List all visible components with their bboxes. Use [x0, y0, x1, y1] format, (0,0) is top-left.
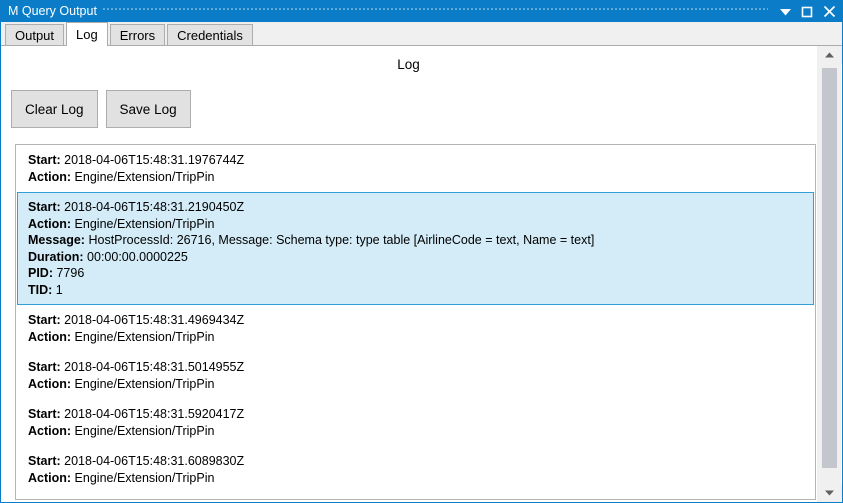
log-entry[interactable]: Start: 2018-04-06T15:48:31.1976744Z Actio…	[17, 145, 814, 192]
log-tab-content: Log Clear Log Save Log Start: 2018-04-06…	[1, 46, 842, 502]
log-field-label: Action:	[28, 216, 72, 231]
log-field: Action: Engine/Extension/TripPin	[28, 169, 805, 186]
log-field: PID: 7796	[28, 265, 805, 282]
square-icon	[801, 6, 813, 17]
log-field-label: Action:	[28, 169, 72, 184]
log-list[interactable]: Start: 2018-04-06T15:48:31.1976744Z Actio…	[15, 144, 816, 500]
log-field-value: 2018-04-06T15:48:31.2190450Z	[64, 200, 245, 214]
tab-credentials[interactable]: Credentials	[167, 24, 253, 45]
close-icon[interactable]	[818, 1, 840, 22]
log-field-label: Start:	[28, 407, 61, 421]
log-entry[interactable]: Start: 2018-04-06T15:48:31.4969434Z Actio…	[17, 305, 814, 352]
log-entry[interactable]: Start: 2018-04-06T15:48:31.5920417Z Actio…	[17, 399, 814, 446]
log-field-value: 2018-04-06T15:48:31.1976744Z	[64, 153, 245, 167]
x-icon	[823, 5, 835, 18]
log-field: TID: 1	[28, 282, 805, 299]
log-entry[interactable]: Start: 2018-04-06T15:48:31.6089830Z Actio…	[17, 446, 814, 493]
triangle-up-icon	[825, 52, 834, 58]
log-field: Action: Engine/Extension/TripPin	[28, 470, 805, 487]
log-field-label: PID:	[28, 266, 53, 280]
log-field-label: Action:	[28, 329, 72, 344]
log-field: Start: 2018-04-06T15:48:31.5920417Z	[28, 406, 805, 423]
title-bar-grip	[102, 1, 768, 22]
scroll-up-button[interactable]	[817, 46, 842, 64]
tab-errors[interactable]: Errors	[109, 24, 166, 45]
log-field-label: TID:	[28, 282, 53, 297]
log-field-label: Start:	[28, 200, 61, 214]
log-field: Start: 2018-04-06T15:48:31.2190450Z	[28, 199, 805, 216]
tab-strip: Output Log Errors Credentials	[1, 22, 842, 46]
log-field-value: HostProcessId: 26716, Message: Schema ty…	[88, 233, 595, 247]
page-title: Log	[397, 57, 420, 72]
log-entry[interactable]: Start: 2018-04-06T15:48:31.5014955Z Actio…	[17, 352, 814, 399]
log-field-label: Action:	[28, 470, 72, 485]
log-field-value: Engine/Extension/TripPin	[74, 169, 215, 184]
tab-output[interactable]: Output	[5, 24, 65, 45]
triangle-down-icon	[825, 490, 834, 496]
log-field-value: Engine/Extension/TripPin	[74, 376, 215, 391]
log-field-label: Action:	[28, 376, 72, 391]
log-field-label: Start:	[28, 454, 61, 468]
window-title: M Query Output	[8, 4, 97, 18]
chevron-down-icon	[779, 8, 791, 15]
scrollbar-thumb[interactable]	[822, 68, 837, 468]
log-field: Start: 2018-04-06T15:48:31.5014955Z	[28, 359, 805, 376]
log-field: Action: Engine/Extension/TripPin	[28, 329, 805, 346]
tab-log[interactable]: Log	[66, 22, 108, 46]
log-field-value: Engine/Extension/TripPin	[74, 470, 215, 485]
maximize-icon[interactable]	[796, 1, 818, 22]
log-field-label: Action:	[28, 423, 72, 438]
log-field: Action: Engine/Extension/TripPin	[28, 376, 805, 393]
log-field: Start: 2018-04-06T15:48:31.1976744Z	[28, 152, 805, 169]
log-field-value: 2018-04-06T15:48:31.4969434Z	[64, 313, 245, 327]
log-field-label: Duration:	[28, 249, 84, 264]
log-field-value: Engine/Extension/TripPin	[74, 423, 215, 438]
log-field: Action: Engine/Extension/TripPin	[28, 423, 805, 440]
title-bar[interactable]: M Query Output	[1, 1, 842, 22]
log-field-value: 2018-04-06T15:48:31.6089830Z	[64, 454, 245, 468]
log-entry[interactable]: Start: 2018-04-06T15:48:31.2190450Z Actio…	[17, 192, 814, 305]
vertical-scrollbar[interactable]	[816, 46, 842, 502]
log-field: Message: HostProcessId: 26716, Message: …	[28, 232, 805, 249]
log-field: Start: 2018-04-06T15:48:31.6089830Z	[28, 453, 805, 470]
log-toolbar: Clear Log Save Log	[1, 73, 816, 128]
minimize-icon[interactable]	[774, 1, 796, 22]
log-field-value: 00:00:00.0000225	[87, 249, 188, 264]
log-field-value: 7796	[56, 266, 85, 280]
scroll-down-button[interactable]	[817, 484, 842, 502]
log-field: Action: Engine/Extension/TripPin	[28, 216, 805, 233]
save-log-button[interactable]: Save Log	[105, 90, 191, 128]
scrollbar-track[interactable]	[817, 64, 841, 484]
log-field-label: Start:	[28, 360, 61, 374]
log-field-value: 1	[55, 282, 63, 297]
log-field-label: Message:	[28, 233, 85, 247]
clear-log-button[interactable]: Clear Log	[11, 90, 98, 128]
log-field-value: 2018-04-06T15:48:31.5920417Z	[64, 407, 245, 421]
log-field-value: 2018-04-06T15:48:31.5014955Z	[64, 360, 245, 374]
log-field-label: Start:	[28, 153, 61, 167]
window-controls	[774, 1, 840, 22]
log-field-label: Start:	[28, 313, 61, 327]
log-field: Start: 2018-04-06T15:48:31.4969434Z	[28, 312, 805, 329]
log-field: Duration: 00:00:00.0000225	[28, 249, 805, 266]
m-query-output-window: M Query Output Output Log Errors Credent…	[0, 0, 843, 503]
log-field-value: Engine/Extension/TripPin	[74, 216, 215, 231]
log-field-value: Engine/Extension/TripPin	[74, 329, 215, 344]
